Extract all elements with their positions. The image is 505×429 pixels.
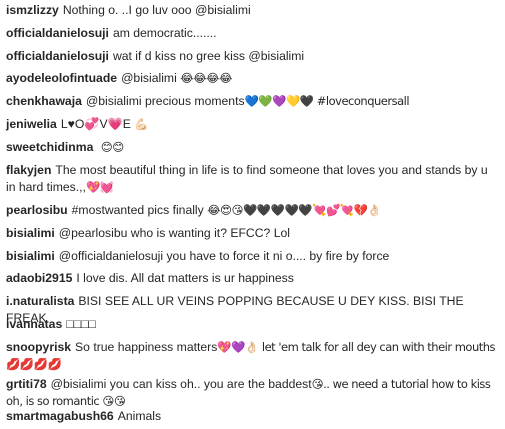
comment-emoji: 💖💓 (85, 180, 114, 194)
comment-item: ayodeleolofintuade @bisialimi 😂😂😂😂 (6, 70, 500, 87)
comment-username[interactable]: bisialimi (6, 249, 55, 263)
comment-text: am democratic....... (112, 26, 217, 40)
comment-username[interactable]: snoopyrisk (6, 340, 71, 354)
comments-feed: ismzlizzy Nothing o. ..I go luv ooo @bisi… (0, 0, 505, 429)
comment-item: bisialimi @pearlosibu who is wanting it? … (6, 225, 500, 242)
comment-item: bisialimi @officialdanielosuji you have t… (6, 248, 500, 265)
comment-username[interactable]: officialdanielosuji (6, 49, 109, 63)
comment-username[interactable]: sweetchidinma (6, 140, 93, 154)
comment-item: officialdanielosuji am democratic....... (6, 25, 500, 42)
comment-item: smartmagabush66 Animals (6, 408, 500, 425)
comment-username[interactable]: jeniwelia (6, 117, 57, 131)
comment-username[interactable]: ayodeleolofintuade (6, 71, 117, 85)
comment-item: jeniwelia L♥O💞V💗E 💪🏻 (6, 116, 500, 133)
comment-emoji: 😂😂😂😂 (180, 71, 232, 85)
comment-text: @bisialimi precious moments (85, 94, 245, 108)
comment-username[interactable]: smartmagabush66 (6, 409, 114, 423)
comment-emoji: 😂😍😘🖤🖤🖤🖤🖤💘💕💘💔👌🏻 (207, 203, 382, 217)
comment-username[interactable]: flakyjen (6, 163, 51, 177)
comment-item: chenkhawaja @bisialimi precious moments💙💚… (6, 93, 500, 110)
comment-text: #mostwanted pics finally (71, 203, 204, 217)
comment-username[interactable]: bisialimi (6, 226, 55, 240)
comment-emoji: 😊😊 (100, 140, 124, 154)
comment-username[interactable]: chenkhawaja (6, 94, 82, 108)
comment-item: snoopyrisk So true happiness matters💖💜👌🏻 … (6, 339, 500, 373)
comment-text: Nothing o. ..I go luv ooo @bisialimi (62, 3, 251, 17)
comment-item: adaobi2915 I love dis. All dat matters is… (6, 270, 500, 287)
comment-emoji: 💙💚💜💛🖤 #loveconquersall (244, 94, 410, 108)
comment-text: @officialdanielosuji you have to force i… (58, 249, 390, 263)
comment-text: I love dis. All dat matters is ur happin… (76, 271, 294, 285)
comment-username[interactable]: officialdanielosuji (6, 26, 109, 40)
comment-text: @bisialimi (121, 71, 177, 85)
comment-item: grtiti78 @bisialimi you can kiss oh.. you… (6, 376, 500, 410)
comment-item: ivannatas □□□□ (6, 316, 500, 333)
comment-username[interactable]: i.naturalista (6, 294, 74, 308)
comment-username[interactable]: adaobi2915 (6, 271, 72, 285)
comment-emoji: 💪🏻 (134, 117, 149, 131)
comment-username[interactable]: grtiti78 (6, 377, 47, 391)
comment-text: L♥O💞V💗E (60, 117, 131, 131)
comment-text: wat if d kiss no gree kiss @bisialimi (112, 49, 305, 63)
comment-item: sweetchidinma 😊😊 (6, 139, 500, 156)
comment-item: flakyjen The most beautiful thing in life… (6, 162, 500, 196)
comment-username[interactable]: ivannatas (6, 317, 62, 331)
comment-text: Animals (117, 409, 162, 423)
comment-text: @bisialimi you can kiss oh.. you are the… (50, 377, 312, 391)
comment-text: The most beautiful thing in life is to f… (6, 163, 488, 194)
comment-item: ismzlizzy Nothing o. ..I go luv ooo @bisi… (6, 2, 500, 19)
comment-item: pearlosibu #mostwanted pics finally 😂😍😘🖤🖤… (6, 202, 500, 219)
comment-username[interactable]: pearlosibu (6, 203, 68, 217)
comment-text: @pearlosibu who is wanting it? EFCC? Lol (58, 226, 290, 240)
comment-item: officialdanielosuji wat if d kiss no gree… (6, 48, 500, 65)
comment-username[interactable]: ismzlizzy (6, 3, 59, 17)
comment-text: □□□□ (66, 317, 96, 331)
comment-text: So true happiness matters (75, 340, 218, 354)
